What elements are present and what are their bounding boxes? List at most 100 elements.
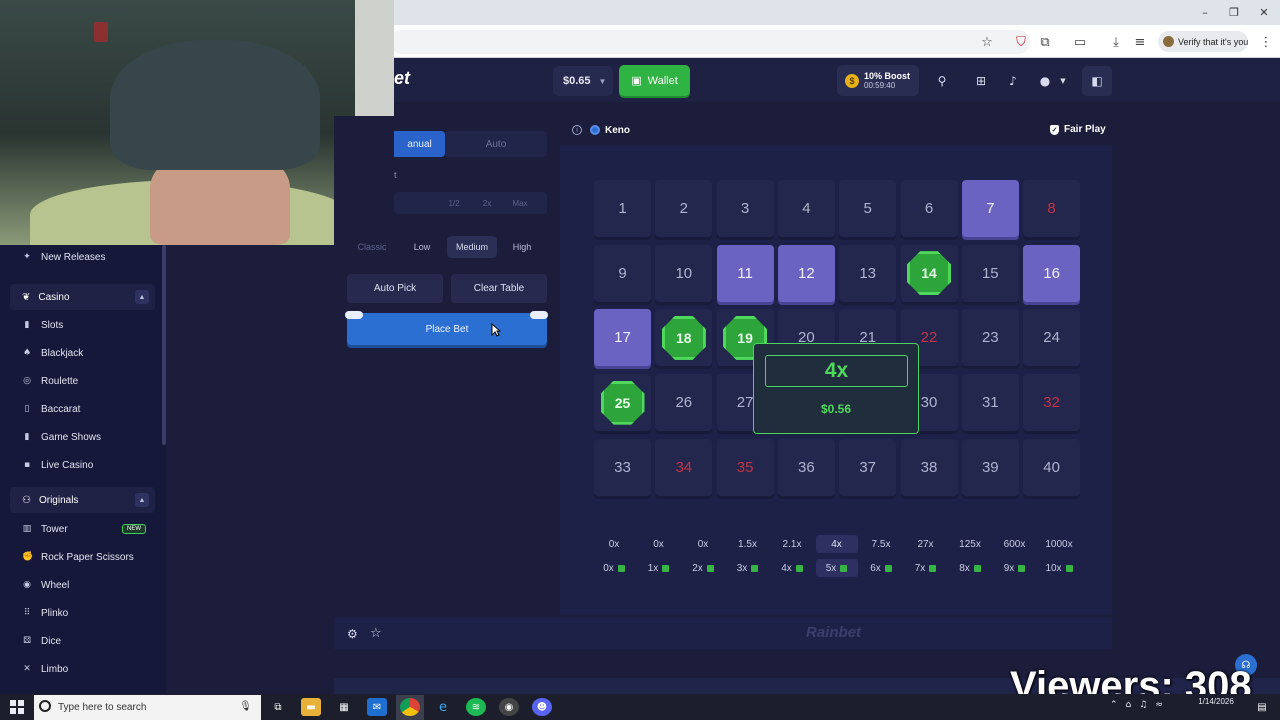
keno-tile[interactable]: 6 [900, 180, 958, 237]
search-icon[interactable]: ⚲ [931, 70, 953, 92]
restore-icon[interactable]: ❐ [1227, 6, 1241, 20]
sidebar-item-game-shows[interactable]: ▮ Game Shows [12, 424, 152, 450]
keno-tile[interactable]: 17 [594, 309, 651, 367]
mail-icon[interactable]: ✉ [367, 698, 387, 716]
keno-tile[interactable]: 5 [839, 180, 897, 237]
bookmark-star-icon[interactable]: ☆ [978, 33, 996, 51]
notifications-icon[interactable]: ▤ [1252, 698, 1272, 716]
tab-manual[interactable]: anual [394, 131, 445, 157]
keno-tile[interactable]: 7 [961, 180, 1019, 237]
sidebar-item-wheel[interactable]: ◉ Wheel [12, 572, 152, 598]
sidebar-item-limbo[interactable]: ✕ Limbo [12, 656, 152, 682]
keno-tile[interactable]: 14 [900, 244, 958, 302]
discord-icon[interactable]: ☻ [532, 698, 552, 716]
auto-pick-button[interactable]: Auto Pick [347, 274, 443, 303]
spotify-icon[interactable]: ≋ [466, 698, 486, 716]
volume-icon[interactable]: ♫ [1139, 700, 1147, 710]
url-field[interactable] [390, 30, 1030, 54]
cast-icon[interactable]: ▭ [1071, 33, 1089, 51]
favorite-star-icon[interactable]: ☆ [370, 626, 382, 641]
bell-icon[interactable]: ♪ [1002, 70, 1024, 92]
close-icon[interactable]: ✕ [1257, 6, 1271, 20]
risk-option-classic[interactable]: Classic [347, 236, 397, 258]
chevron-up-icon[interactable]: ▲ [135, 290, 149, 304]
wallet-button[interactable]: ▣ Wallet [619, 65, 690, 96]
keno-tile[interactable]: 12 [777, 244, 835, 302]
place-bet-button[interactable]: Place Bet [347, 313, 547, 345]
keno-tile[interactable]: 25 [594, 374, 651, 432]
bet-double-button[interactable]: 2x [474, 196, 500, 210]
keno-tile[interactable]: 15 [961, 244, 1019, 302]
keno-tile[interactable]: 8 [1023, 180, 1081, 237]
keno-tile[interactable]: 36 [777, 438, 835, 496]
boost-timer[interactable]: $ 10% Boost 00:59:40 [837, 65, 919, 96]
chevron-up-icon[interactable]: ▲ [135, 493, 149, 507]
keno-tile[interactable]: 4 [777, 180, 835, 237]
bet-max-button[interactable]: Max [507, 196, 533, 210]
keno-tile[interactable]: 3 [716, 180, 774, 237]
tab-auto[interactable]: Auto [445, 131, 547, 157]
edge-icon[interactable]: e [433, 698, 453, 716]
user-icon[interactable]: ● [1034, 70, 1056, 92]
keno-tile[interactable]: 26 [655, 374, 713, 432]
gift-icon[interactable]: ⊞ [970, 70, 992, 92]
keno-tile[interactable]: 9 [594, 244, 651, 302]
gear-icon[interactable]: ⚙ [347, 627, 358, 641]
keno-tile[interactable]: 2 [655, 180, 713, 237]
sidebar-item-roulette[interactable]: ◎ Roulette [12, 368, 152, 394]
sidebar-item-originals[interactable]: ⚇ Originals ▲ [10, 487, 155, 513]
task-view-icon[interactable]: ⧉ [268, 698, 288, 716]
keno-tile[interactable]: 13 [839, 244, 897, 302]
sidebar-item-casino[interactable]: ❦ Casino ▲ [10, 284, 155, 310]
sidebar-item-rock-paper-scissors[interactable]: ✊ Rock Paper Scissors [12, 544, 152, 570]
keno-tile[interactable]: 38 [900, 438, 958, 496]
network-icon[interactable]: ⌂ [1126, 700, 1132, 710]
keno-tile[interactable]: 40 [1023, 438, 1081, 496]
chevron-down-icon[interactable]: ▼ [1056, 70, 1070, 92]
verify-identity-pill[interactable]: Verify that it's you [1158, 31, 1248, 52]
sidebar-item-plinko[interactable]: ⠿ Plinko [12, 600, 152, 626]
taskbar-clock[interactable]: 1/14/2026 [1196, 697, 1236, 707]
sidebar-item-new-releases[interactable]: ✦ New Releases [12, 244, 152, 270]
extensions-icon[interactable]: ⧉ [1036, 33, 1054, 51]
bet-half-button[interactable]: 1/2 [441, 196, 467, 210]
download-icon[interactable]: ⤓ [1107, 33, 1125, 51]
site-logo[interactable]: et [394, 68, 410, 89]
balance-dropdown[interactable]: $0.65 ▼ [553, 66, 613, 96]
keno-tile[interactable]: 31 [961, 374, 1019, 432]
keno-tile[interactable]: 24 [1023, 309, 1081, 367]
keno-tile[interactable]: 10 [655, 244, 713, 302]
obs-icon[interactable]: ◉ [499, 698, 519, 716]
keno-tile[interactable]: 16 [1023, 244, 1081, 302]
clear-table-button[interactable]: Clear Table [451, 274, 547, 303]
sidebar-item-slots[interactable]: ▮ Slots [12, 312, 152, 338]
fair-play-button[interactable]: ✓ Fair Play [1050, 124, 1106, 135]
sidebar-item-dice[interactable]: ⚄ Dice [12, 628, 152, 654]
taskbar-search-input[interactable]: Type here to search 🎙 [34, 695, 261, 720]
minimize-icon[interactable]: – [1198, 6, 1212, 20]
keno-tile[interactable]: 39 [961, 438, 1019, 496]
sidebar-item-blackjack[interactable]: ♠ Blackjack [12, 340, 152, 366]
risk-option-medium[interactable]: Medium [447, 236, 497, 258]
store-icon[interactable]: ▦ [334, 698, 354, 716]
windows-start-icon[interactable] [10, 700, 24, 714]
keno-tile[interactable]: 18 [655, 309, 713, 367]
browser-menu-icon[interactable]: ⋮ [1257, 33, 1275, 51]
keno-tile[interactable]: 1 [594, 180, 651, 237]
keno-tile[interactable]: 34 [655, 438, 713, 496]
sidebar-item-baccarat[interactable]: ▯ Baccarat [12, 396, 152, 422]
reading-list-icon[interactable]: ≡ [1131, 33, 1149, 51]
risk-option-low[interactable]: Low [397, 236, 447, 258]
keno-tile[interactable]: 32 [1023, 374, 1081, 432]
sidebar-item-live-casino[interactable]: ▪ Live Casino [12, 452, 152, 478]
wifi-icon[interactable]: ≈ [1155, 700, 1163, 710]
info-icon[interactable]: i [572, 125, 582, 135]
chat-icon[interactable]: ◧ [1082, 66, 1112, 96]
sidebar-item-tower[interactable]: ▥ Tower NEW [12, 516, 152, 542]
keno-tile[interactable]: 33 [594, 438, 651, 496]
keno-tile[interactable]: 11 [716, 244, 774, 302]
keno-tile[interactable]: 35 [716, 438, 774, 496]
chrome-icon[interactable] [400, 698, 420, 716]
keno-tile[interactable]: 37 [839, 438, 897, 496]
risk-option-high[interactable]: High [497, 236, 547, 258]
